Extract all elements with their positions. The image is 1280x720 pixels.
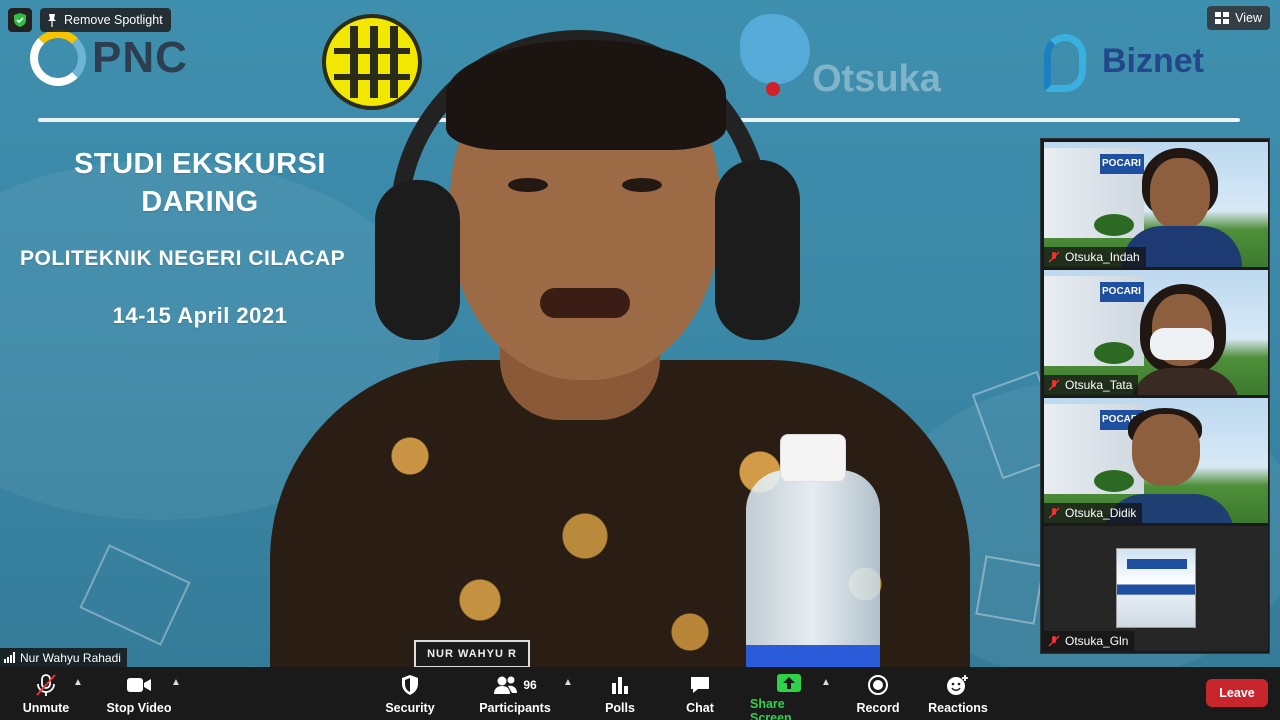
video-camera-icon xyxy=(126,673,152,697)
smiley-plus-icon xyxy=(946,673,970,697)
signal-strength-icon xyxy=(4,652,15,663)
pnc-mark-icon xyxy=(30,30,86,86)
polls-button[interactable]: Polls xyxy=(600,667,640,720)
leave-button[interactable]: Leave xyxy=(1206,679,1268,707)
security-button[interactable]: Security xyxy=(384,667,436,720)
participant-name-label: Otsuka_Gln xyxy=(1044,631,1135,651)
mic-muted-icon xyxy=(35,673,57,697)
reactions-button[interactable]: Reactions xyxy=(928,667,988,720)
background-triangle xyxy=(975,555,1045,625)
chat-bubble-icon xyxy=(689,673,711,697)
mic-muted-icon xyxy=(1048,379,1060,391)
participant-tile[interactable]: Otsuka_Gln xyxy=(1044,526,1268,651)
grid-view-icon xyxy=(1215,12,1230,24)
face-mask xyxy=(1150,328,1214,360)
chat-button[interactable]: Chat xyxy=(680,667,720,720)
video-options-chevron-icon[interactable]: ▲ xyxy=(171,677,181,688)
stop-video-button[interactable]: Stop Video xyxy=(104,667,174,720)
speaker-name-label: Nur Wahyu Rahadi xyxy=(0,648,127,667)
share-screen-button[interactable]: Share Screen xyxy=(750,667,828,720)
audio-options-chevron-icon[interactable]: ▲ xyxy=(73,677,83,688)
speaker-nametag: NUR WAHYU R xyxy=(414,640,530,667)
participant-name-label: Otsuka_Indah xyxy=(1044,247,1146,267)
participants-count: 96 xyxy=(523,678,537,692)
bar-chart-icon xyxy=(610,673,630,697)
mic-muted-icon xyxy=(1048,635,1060,647)
participants-options-chevron-icon[interactable]: ▲ xyxy=(563,677,573,688)
pin-icon xyxy=(48,14,56,27)
remove-spotlight-label: Remove Spotlight xyxy=(64,13,163,27)
meeting-toolbar: Unmute ▲ Stop Video ▲ Security 96 Partic… xyxy=(0,667,1280,720)
mic-muted-icon xyxy=(1048,507,1060,519)
participant-face xyxy=(1132,414,1200,486)
pnc-logo: PNC xyxy=(30,30,188,86)
participant-face xyxy=(1150,158,1210,230)
record-icon xyxy=(867,673,889,697)
building-sign: POCARI xyxy=(1100,154,1144,174)
background-triangle xyxy=(79,544,191,646)
participant-tile[interactable]: POCARI Otsuka_Didik xyxy=(1044,398,1268,523)
water-bottle-label xyxy=(746,645,880,667)
security-shield-icon[interactable] xyxy=(8,8,32,32)
view-button[interactable]: View xyxy=(1207,6,1270,30)
participant-name-label: Otsuka_Didik xyxy=(1044,503,1143,523)
biznet-logo-icon xyxy=(1044,34,1086,92)
share-screen-icon xyxy=(776,673,802,693)
pnc-logo-text: PNC xyxy=(92,33,188,82)
shield-icon xyxy=(400,673,420,697)
participant-tile[interactable]: POCARI Otsuka_Indah xyxy=(1044,142,1268,267)
unmute-button[interactable]: Unmute xyxy=(18,667,74,720)
building-sign: POCARI xyxy=(1100,282,1144,302)
record-button[interactable]: Record xyxy=(856,667,900,720)
water-bottle-cap xyxy=(780,434,846,482)
participant-avatar-image xyxy=(1116,548,1196,628)
mic-muted-icon xyxy=(1048,251,1060,263)
water-bottle xyxy=(746,470,880,667)
remove-spotlight-button[interactable]: Remove Spotlight xyxy=(40,8,171,32)
participant-tile[interactable]: POCARI Otsuka_Tata xyxy=(1044,270,1268,395)
speaker-name: Nur Wahyu Rahadi xyxy=(20,650,121,665)
participants-button[interactable]: 96 Participants xyxy=(479,667,551,720)
share-options-chevron-icon[interactable]: ▲ xyxy=(821,677,831,688)
view-label: View xyxy=(1235,11,1262,25)
participant-gallery-strip: POCARI Otsuka_Indah POCARI Otsuka_Tata P… xyxy=(1040,138,1270,654)
participants-icon xyxy=(494,676,518,694)
biznet-logo-text: Biznet xyxy=(1102,42,1204,80)
participant-name-label: Otsuka_Tata xyxy=(1044,375,1139,395)
